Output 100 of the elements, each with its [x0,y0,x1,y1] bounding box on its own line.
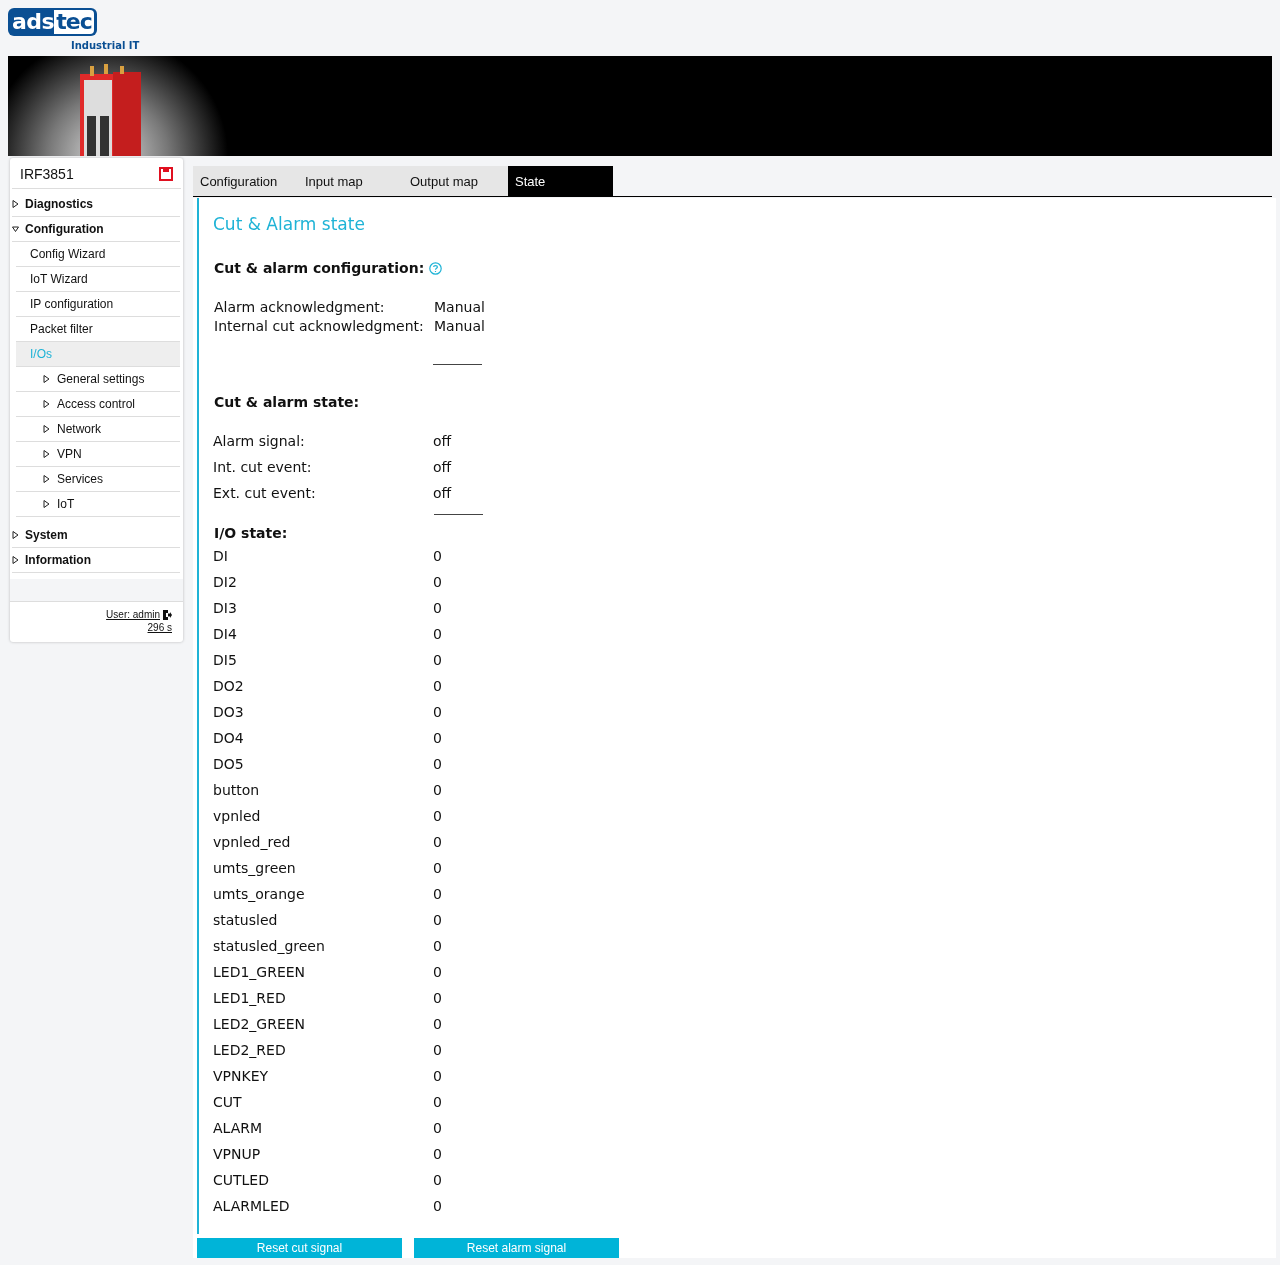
field-value: 0 [433,834,442,850]
user-link[interactable]: User: admin [106,609,160,620]
collapsed-triangle-icon[interactable] [43,475,50,483]
collapsed-triangle-icon[interactable] [12,200,19,208]
field-label: DI4 [213,626,238,642]
sidebar-item[interactable]: Network [16,417,180,442]
sidebar-item[interactable]: Config Wizard [16,242,180,267]
field-label: CUTLED [213,1172,270,1188]
sidebar-item[interactable]: IP configuration [16,292,180,317]
logo-tagline: Industrial IT [71,40,140,51]
field-label: CUT [213,1094,243,1110]
collapsed-triangle-icon[interactable] [43,450,50,458]
section-heading: I/O state: [214,524,288,543]
field-label: DI2 [213,574,238,590]
field-label: vpnled [213,808,262,824]
field-label: Int. cut event: [213,459,313,475]
sidebar-item[interactable]: VPN [16,442,180,467]
field-value: 0 [433,990,442,1006]
field-label: DI [213,548,229,564]
sidebar-item[interactable]: Configuration [12,217,180,242]
field-label: VPNKEY [213,1068,270,1084]
field-label: DO5 [213,756,245,772]
field-value: 0 [433,1172,442,1188]
tab[interactable]: Configuration [193,166,298,196]
field-value: 0 [433,938,442,954]
collapsed-triangle-icon[interactable] [12,556,19,564]
field-value: 0 [433,652,442,668]
field-value: Manual [434,317,485,336]
sidebar-item[interactable]: Information [12,548,180,573]
field-value: 0 [433,1042,442,1058]
logo: adstec [8,8,97,36]
field-label: DO2 [213,678,245,694]
field-value: 0 [433,1198,442,1214]
field-value: 0 [433,1016,442,1032]
field-value: 0 [433,886,442,902]
collapsed-triangle-icon[interactable] [43,400,50,408]
field-label: VPNUP [213,1146,262,1162]
field-value: off [433,433,452,449]
sidebar-item[interactable]: Diagnostics [12,192,180,217]
field-value: off [433,459,452,475]
device-name: IRF3851 [20,166,74,182]
field-value: 0 [433,808,442,824]
collapsed-triangle-icon[interactable] [43,425,50,433]
field-label: Alarm acknowledgment: [214,298,386,317]
field-value: Manual [434,298,485,317]
field-value: 0 [433,574,442,590]
sidebar-item[interactable]: General settings [16,367,180,392]
field-label: DO3 [213,704,245,720]
field-label: DO4 [213,730,245,746]
field-value: 0 [433,756,442,772]
tab[interactable]: State [508,166,613,196]
field-label: DI3 [213,600,238,616]
field-label: LED2_GREEN [213,1016,307,1032]
sidebar-item[interactable]: Access control [16,392,180,417]
field-value: 0 [433,964,442,980]
field-label: ALARM [213,1120,264,1136]
section-heading: Cut & alarm state: [214,393,360,412]
field-label: LED1_GREEN [213,964,307,980]
field-value: 0 [433,912,442,928]
field-value: 0 [433,548,442,564]
field-value: 0 [433,730,442,746]
field-label: DI5 [213,652,238,668]
field-value: 0 [433,1120,442,1136]
sidebar-item[interactable]: IoT Wizard [16,267,180,292]
field-label: Alarm signal: [213,433,306,449]
tab[interactable]: Input map [298,166,403,196]
field-label: umts_orange [213,886,306,902]
tab[interactable]: Output map [403,166,508,196]
field-label: Internal cut acknowledgment: [214,317,425,336]
field-label: statusled [213,912,279,928]
field-value: 0 [433,860,442,876]
field-value: 0 [433,782,442,798]
field-value: 0 [433,1146,442,1162]
field-value: 0 [433,1068,442,1084]
collapsed-triangle-icon[interactable] [12,531,19,539]
field-label: LED1_RED [213,990,287,1006]
field-label: Ext. cut event: [213,485,317,501]
page-title: Cut & Alarm state [213,213,366,236]
field-label: vpnled_red [213,834,292,850]
logout-icon[interactable] [162,609,172,620]
field-value: 0 [433,704,442,720]
collapsed-triangle-icon[interactable] [43,375,50,383]
field-label: LED2_RED [213,1042,287,1058]
field-label: ALARMLED [213,1198,291,1214]
field-label: umts_green [213,860,297,876]
field-label: statusled_green [213,938,326,954]
field-value: 0 [433,1094,442,1110]
collapsed-triangle-icon[interactable] [43,500,50,508]
sidebar-item[interactable]: Services [16,467,180,492]
field-value: 0 [433,678,442,694]
session-timer[interactable]: 296 s [147,622,172,633]
field-value: 0 [433,600,442,616]
field-label: button [213,782,261,798]
sidebar-item[interactable]: IoT [16,492,180,517]
save-icon[interactable] [159,167,173,181]
field-value: 0 [433,626,442,642]
expanded-triangle-icon[interactable] [12,225,19,233]
section-heading: Cut & alarm configuration: [214,259,425,278]
field-value: off [433,485,452,501]
sidebar-item[interactable]: System [12,523,180,548]
